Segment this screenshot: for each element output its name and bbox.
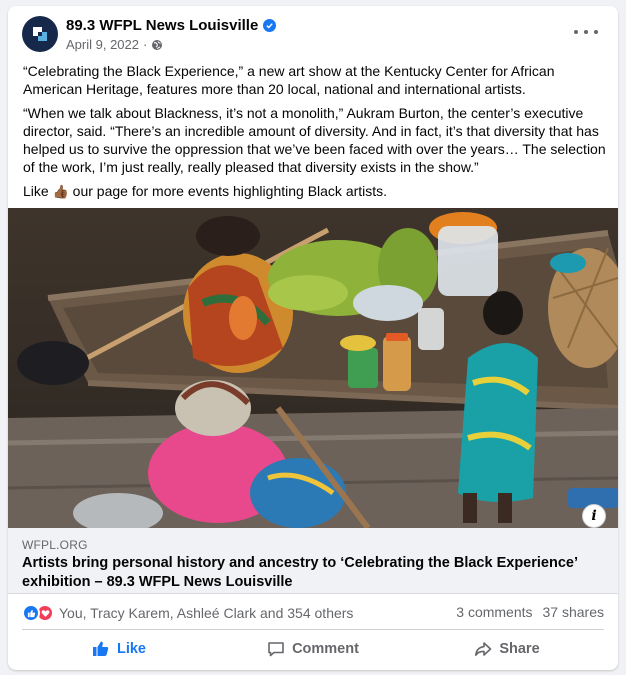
- post-card: 89.3 WFPL News Louisville April 9, 2022 …: [8, 6, 618, 670]
- more-options-button[interactable]: [574, 22, 598, 42]
- post-header: 89.3 WFPL News Louisville April 9, 2022 …: [22, 16, 604, 58]
- page-name-row: 89.3 WFPL News Louisville: [66, 17, 277, 34]
- thumbs-up-emoji: 👍🏾: [52, 184, 69, 199]
- action-bar: Like Comment Share: [22, 632, 604, 666]
- share-icon: [475, 642, 492, 656]
- link-domain: WFPL.ORG: [22, 538, 88, 552]
- like-button[interactable]: Like: [22, 632, 216, 666]
- post-cta: Like 👍🏾 our page for more events highlig…: [23, 182, 609, 201]
- comment-label: Comment: [292, 641, 359, 657]
- reactions-summary[interactable]: You, Tracy Karem, Ashleé Clark and 354 o…: [22, 604, 353, 622]
- post-body: “Celebrating the Black Experience,” a ne…: [23, 62, 609, 207]
- post-photo[interactable]: i: [8, 208, 618, 528]
- comment-button[interactable]: Comment: [216, 632, 410, 666]
- share-label: Share: [499, 641, 540, 657]
- thumbs-up-icon: [92, 641, 109, 656]
- globe-icon: [152, 39, 163, 50]
- comment-icon: [268, 642, 284, 657]
- post-stats: You, Tracy Karem, Ashleé Clark and 354 o…: [22, 596, 604, 630]
- like-label: Like: [116, 641, 146, 657]
- info-icon[interactable]: i: [582, 504, 606, 528]
- separator-dot: ·: [143, 37, 148, 52]
- link-title[interactable]: Artists bring personal history and ances…: [22, 554, 606, 592]
- page-name[interactable]: 89.3 WFPL News Louisville: [66, 17, 258, 34]
- cta-text: our page for more events highlighting Bl…: [72, 183, 388, 199]
- share-button[interactable]: Share: [410, 632, 604, 666]
- page-avatar[interactable]: [22, 16, 58, 52]
- wfpl-logo-icon: [33, 27, 47, 41]
- dot: [584, 30, 588, 34]
- post-paragraph: “Celebrating the Black Experience,” a ne…: [23, 63, 555, 97]
- post-date[interactable]: April 9, 2022: [66, 37, 139, 52]
- post-meta: April 9, 2022 ·: [66, 37, 163, 52]
- shares-count[interactable]: 37 shares: [543, 604, 604, 620]
- verified-badge-icon: [263, 19, 277, 32]
- market-boats-image: [8, 208, 618, 528]
- engagement-counts: 3 comments 37 shares: [456, 604, 604, 620]
- reaction-names: You, Tracy Karem, Ashleé Clark and 354 o…: [59, 605, 354, 621]
- link-preview[interactable]: WFPL.ORG Artists bring personal history …: [8, 528, 618, 594]
- cta-text: Like: [23, 183, 49, 199]
- post-paragraph: “When we talk about Blackness, it’s not …: [23, 105, 606, 175]
- dot: [594, 30, 598, 34]
- like-reaction-icon: [22, 604, 40, 622]
- comments-count[interactable]: 3 comments: [456, 604, 532, 620]
- dot: [574, 30, 578, 34]
